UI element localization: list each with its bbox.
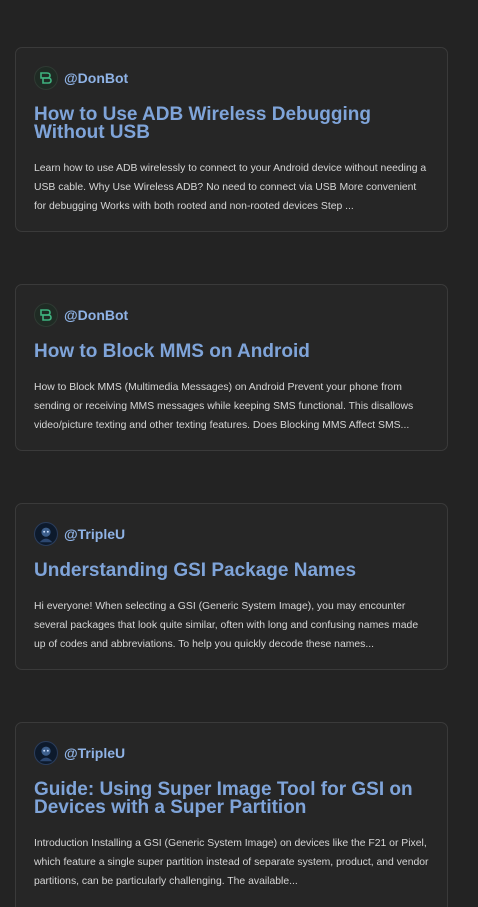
- donbot-logo-icon[interactable]: [34, 303, 58, 327]
- author-name[interactable]: @DonBot: [64, 70, 128, 86]
- post-excerpt: Introduction Installing a GSI (Generic S…: [34, 838, 429, 887]
- author-row: @TripleU: [34, 741, 429, 765]
- post-feed: @DonBot How to Use ADB Wireless Debuggin…: [0, 0, 478, 907]
- author-name[interactable]: @TripleU: [64, 745, 125, 761]
- post-excerpt: Hi everyone! When selecting a GSI (Gener…: [34, 601, 419, 650]
- author-name[interactable]: @TripleU: [64, 526, 125, 542]
- donbot-logo-icon[interactable]: [34, 66, 58, 90]
- post-title[interactable]: How to Block MMS on Android: [34, 342, 429, 361]
- author-row: @DonBot: [34, 66, 429, 90]
- post-title[interactable]: Guide: Using Super Image Tool for GSI on…: [34, 780, 429, 817]
- post-excerpt: Learn how to use ADB wirelessly to conne…: [34, 163, 427, 212]
- post-excerpt: How to Block MMS (Multimedia Messages) o…: [34, 382, 414, 431]
- author-name[interactable]: @DonBot: [64, 307, 128, 323]
- post-card[interactable]: @DonBot How to Block MMS on Android How …: [15, 284, 448, 451]
- post-card[interactable]: @DonBot How to Use ADB Wireless Debuggin…: [15, 47, 448, 232]
- post-title[interactable]: How to Use ADB Wireless Debugging Withou…: [34, 105, 429, 142]
- author-row: @DonBot: [34, 303, 429, 327]
- post-title[interactable]: Understanding GSI Package Names: [34, 561, 429, 580]
- post-card[interactable]: @TripleU Understanding GSI Package Names…: [15, 503, 448, 670]
- tripleu-avatar-icon[interactable]: [34, 522, 58, 546]
- post-card[interactable]: @TripleU Guide: Using Super Image Tool f…: [15, 722, 448, 907]
- author-row: @TripleU: [34, 522, 429, 546]
- tripleu-avatar-icon[interactable]: [34, 741, 58, 765]
